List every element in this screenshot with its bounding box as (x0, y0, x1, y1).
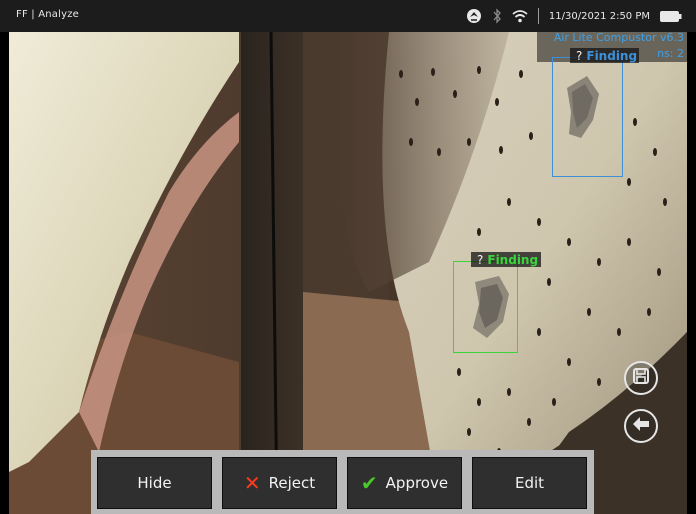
reject-x-icon: ✕ (243, 471, 261, 495)
findings-count: ns: 2 (657, 47, 684, 60)
approve-button[interactable]: ✔ Approve (347, 457, 462, 509)
approve-check-icon: ✔ (360, 471, 378, 495)
reject-button-label: Reject (268, 474, 316, 492)
back-button[interactable] (624, 409, 658, 443)
reject-button[interactable]: ✕ Reject (222, 457, 337, 509)
question-icon: ? (477, 252, 484, 267)
finding-label-text: Finding (586, 48, 638, 63)
question-icon: ? (576, 48, 583, 63)
screen-title: FF | Analyze (16, 9, 80, 20)
approve-button-label: Approve (385, 474, 449, 492)
back-arrow-icon (631, 416, 651, 436)
wifi-icon (512, 9, 528, 23)
status-bar: FF | Analyze 11/30/2021 2:50 PM (0, 0, 696, 32)
edit-button-label: Edit (514, 474, 545, 492)
hide-button[interactable]: Hide (97, 457, 212, 509)
edit-button[interactable]: Edit (472, 457, 587, 509)
finding-label-text: Finding (487, 252, 539, 267)
save-icon (632, 367, 650, 389)
finding-box[interactable] (552, 57, 623, 177)
hide-button-label: Hide (137, 474, 172, 492)
status-separator (537, 8, 539, 24)
save-button[interactable] (624, 361, 658, 395)
status-datetime: 11/30/2021 2:50 PM (548, 10, 650, 22)
gps-icon (466, 8, 482, 24)
status-icons: 11/30/2021 2:50 PM (466, 6, 682, 26)
bluetooth-icon (492, 8, 502, 24)
model-name: Air Lite Compustor v6.3 (553, 31, 684, 44)
finding-box[interactable] (453, 261, 518, 353)
finding-label[interactable]: ? Finding (471, 252, 542, 267)
finding-label[interactable]: ? Finding (570, 48, 640, 63)
analyze-screen: FF | Analyze 11/30/2021 2:50 PM Air Lite… (0, 0, 696, 514)
battery-icon (660, 10, 682, 22)
